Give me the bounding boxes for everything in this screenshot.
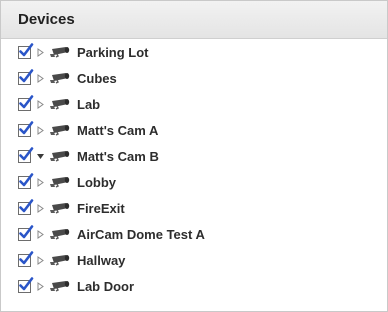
panel-title: Devices	[18, 11, 75, 28]
device-label: FireExit	[77, 200, 125, 216]
triangle-right-icon[interactable]	[34, 254, 46, 266]
device-row[interactable]: Matt's Cam A	[1, 117, 387, 143]
checkmark-icon	[19, 276, 34, 290]
device-row[interactable]: Matt's Cam B	[1, 143, 387, 169]
device-checkbox[interactable]	[18, 276, 34, 293]
camera-icon	[49, 149, 71, 163]
checkmark-icon	[19, 42, 34, 56]
device-label: Cubes	[77, 70, 117, 86]
checkmark-icon	[19, 68, 34, 82]
device-row[interactable]: Cubes	[1, 65, 387, 91]
triangle-right-icon[interactable]	[34, 280, 46, 292]
device-checkbox[interactable]	[18, 120, 34, 137]
device-row[interactable]: Lobby	[1, 169, 387, 195]
camera-icon	[49, 97, 71, 111]
triangle-right-icon[interactable]	[34, 72, 46, 84]
camera-icon	[49, 253, 71, 267]
device-label: Lobby	[77, 174, 116, 190]
device-label: AirCam Dome Test A	[77, 226, 205, 242]
triangle-down-icon[interactable]	[34, 150, 46, 162]
triangle-right-icon[interactable]	[34, 124, 46, 136]
camera-icon	[49, 279, 71, 293]
devices-panel: Devices Parking Lot Cubes Lab Matt's Cam A M…	[0, 0, 388, 312]
checkmark-icon	[19, 250, 34, 264]
camera-icon	[49, 201, 71, 215]
device-label: Hallway	[77, 252, 126, 268]
checkmark-icon	[19, 94, 34, 108]
device-row[interactable]: FireExit	[1, 195, 387, 221]
device-label: Parking Lot	[77, 44, 149, 60]
checkmark-icon	[19, 172, 34, 186]
triangle-right-icon[interactable]	[34, 176, 46, 188]
camera-icon	[49, 227, 71, 241]
triangle-right-icon[interactable]	[34, 228, 46, 240]
checkmark-icon	[19, 198, 34, 212]
panel-header: Devices	[1, 1, 387, 39]
device-label: Lab Door	[77, 278, 135, 294]
triangle-right-icon[interactable]	[34, 98, 46, 110]
device-checkbox[interactable]	[18, 224, 34, 241]
device-checkbox[interactable]	[18, 172, 34, 189]
camera-icon	[49, 71, 71, 85]
device-row[interactable]: Hallway	[1, 247, 387, 273]
checkmark-icon	[19, 120, 34, 134]
device-checkbox[interactable]	[18, 250, 34, 267]
camera-icon	[49, 175, 71, 189]
device-row[interactable]: Lab Door	[1, 273, 387, 299]
device-checkbox[interactable]	[18, 42, 34, 59]
device-checkbox[interactable]	[18, 94, 34, 111]
device-checkbox[interactable]	[18, 198, 34, 215]
triangle-right-icon[interactable]	[34, 46, 46, 58]
triangle-right-icon[interactable]	[34, 202, 46, 214]
device-checkbox[interactable]	[18, 146, 34, 163]
device-row[interactable]: AirCam Dome Test A	[1, 221, 387, 247]
checkmark-icon	[19, 146, 34, 160]
camera-icon	[49, 45, 71, 59]
device-row[interactable]: Parking Lot	[1, 39, 387, 65]
device-list: Parking Lot Cubes Lab Matt's Cam A Matt's Ca…	[1, 39, 387, 299]
device-row[interactable]: Lab	[1, 91, 387, 117]
device-label: Lab	[77, 96, 101, 112]
device-label: Matt's Cam A	[77, 122, 159, 138]
checkmark-icon	[19, 224, 34, 238]
camera-icon	[49, 123, 71, 137]
device-checkbox[interactable]	[18, 68, 34, 85]
device-label: Matt's Cam B	[77, 148, 159, 164]
